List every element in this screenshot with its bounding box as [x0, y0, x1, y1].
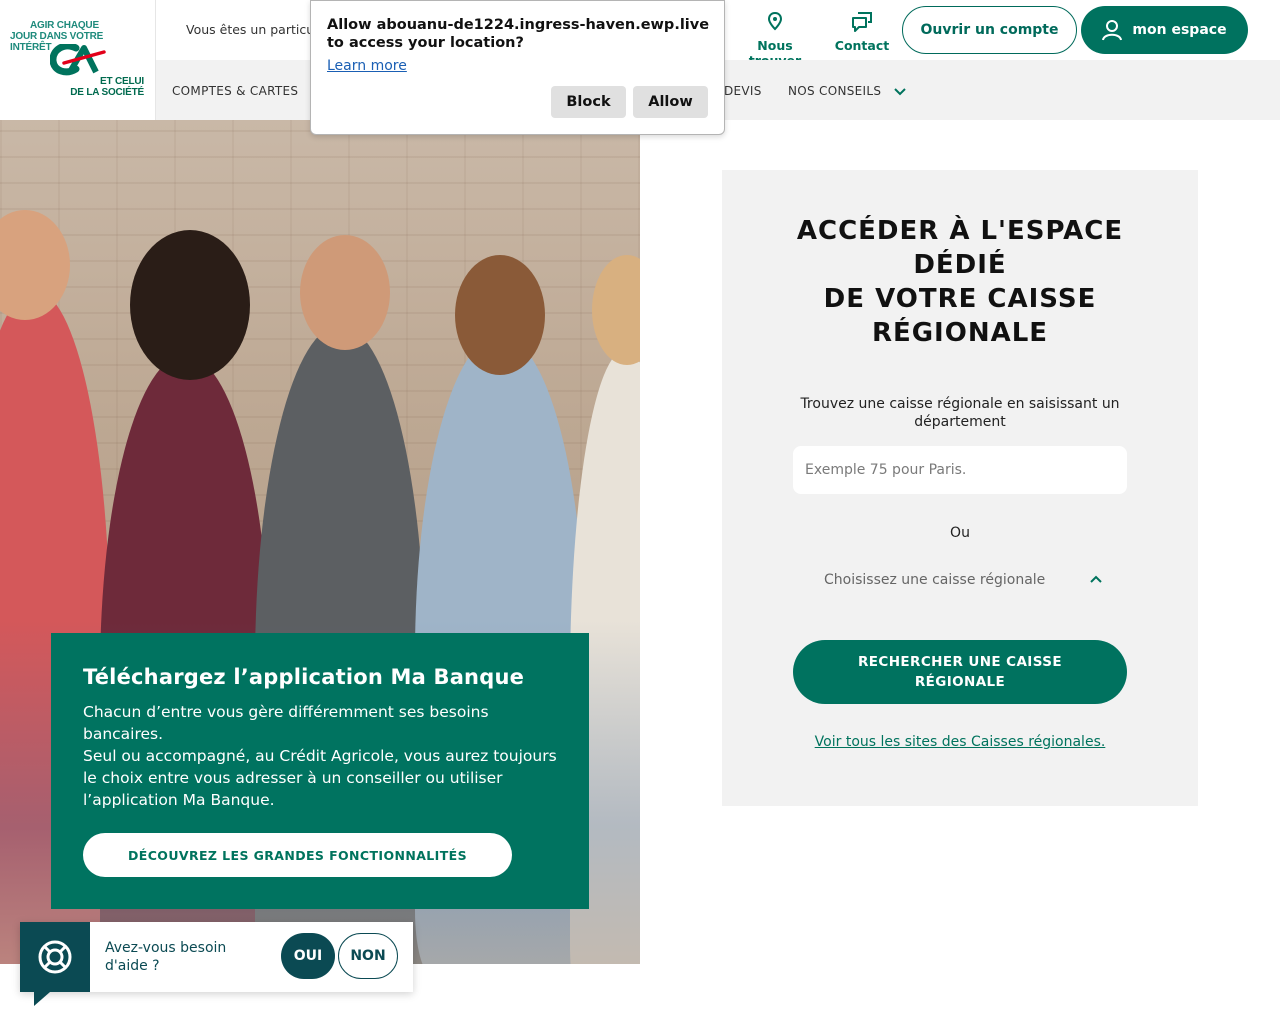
- contact-label: Contact: [834, 38, 890, 53]
- nav-item-nos-conseils[interactable]: NOS CONSEILS: [788, 84, 907, 98]
- help-widget: Avez-vous besoin d'aide ? OUI NON: [20, 922, 413, 1006]
- location-permission-popup: Allow abouanu-de1224.ingress-haven.ewp.l…: [310, 0, 725, 135]
- person-head: [592, 255, 640, 365]
- nav-item-nos-conseils-label: NOS CONSEILS: [788, 84, 882, 98]
- lifebuoy-icon: [38, 940, 72, 974]
- my-space-label: mon espace: [1132, 22, 1227, 38]
- help-yes-button[interactable]: OUI: [281, 933, 335, 979]
- help-question: Avez-vous besoin d'aide ?: [105, 940, 227, 974]
- panel-title-line-1: ACCÉDER À L'ESPACE DÉDIÉ: [796, 216, 1124, 280]
- person-head: [455, 255, 545, 375]
- search-caisse-button[interactable]: RECHERCHER UNE CAISSE RÉGIONALE: [793, 640, 1127, 704]
- user-icon: [1102, 20, 1123, 41]
- logo-slogan-bottom: ET CELUI DE LA SOCIÉTÉ: [70, 76, 144, 98]
- allow-button[interactable]: Allow: [633, 86, 708, 118]
- caisse-select-value: Choisissez une caisse régionale: [824, 572, 1046, 588]
- my-space-button[interactable]: mon espace: [1081, 6, 1248, 54]
- contact-link[interactable]: Contact: [832, 10, 892, 53]
- block-button[interactable]: Block: [551, 86, 626, 118]
- open-account-button[interactable]: Ouvrir un compte: [902, 6, 1077, 54]
- allow-label: Allow: [648, 94, 693, 110]
- promo-text-2: Seul ou accompagné, au Crédit Agricole, …: [83, 747, 557, 809]
- chat-bubbles-icon: [852, 12, 872, 32]
- department-input[interactable]: [793, 446, 1127, 494]
- or-separator: Ou: [950, 525, 970, 541]
- nav-item-comptes-cartes[interactable]: COMPTES & CARTES: [172, 84, 298, 98]
- help-no-button[interactable]: NON: [338, 933, 398, 979]
- chevron-up-icon: [1090, 575, 1102, 583]
- caisse-finder-panel: ACCÉDER À L'ESPACE DÉDIÉ DE VOTRE CAISSE…: [722, 170, 1198, 806]
- panel-title-line-2: DE VOTRE CAISSE RÉGIONALE: [823, 284, 1097, 348]
- promo-text-1: Chacun d’entre vous gère différemment se…: [83, 703, 489, 743]
- all-caisses-link[interactable]: Voir tous les sites des Caisses régional…: [722, 734, 1198, 750]
- person-head: [0, 210, 70, 320]
- promo-title: Téléchargez l’application Ma Banque: [83, 665, 525, 689]
- ca-logo-icon: [50, 44, 106, 76]
- help-icon-box: [20, 922, 90, 992]
- app-promo-box: Téléchargez l’application Ma Banque Chac…: [51, 633, 589, 909]
- credit-agricole-logo[interactable]: AGIR CHAQUE JOUR DANS VOTRE INTÉRÊT ET C…: [0, 0, 156, 120]
- chevron-down-icon: [894, 87, 907, 95]
- help-widget-tail: [34, 992, 50, 1006]
- page: AGIR CHAQUE JOUR DANS VOTRE INTÉRÊT ET C…: [0, 0, 1280, 1024]
- learn-more-link[interactable]: Learn more: [327, 58, 407, 74]
- panel-title: ACCÉDER À L'ESPACE DÉDIÉ DE VOTRE CAISSE…: [762, 214, 1158, 350]
- panel-instructions: Trouvez une caisse régionale en saisissa…: [800, 396, 1120, 430]
- person-head: [300, 235, 390, 350]
- permission-message: Allow abouanu-de1224.ingress-haven.ewp.l…: [327, 17, 710, 51]
- nav-item-devis[interactable]: DEVIS: [724, 84, 762, 98]
- block-label: Block: [566, 94, 611, 110]
- caisse-select[interactable]: Choisissez une caisse régionale: [793, 562, 1127, 600]
- discover-features-button[interactable]: DÉCOUVREZ LES GRANDES FONCTIONNALITÉS: [83, 833, 512, 877]
- location-pin-icon: [767, 11, 783, 31]
- person-head: [130, 230, 250, 380]
- visitor-type-label[interactable]: Vous êtes un particul: [186, 22, 318, 37]
